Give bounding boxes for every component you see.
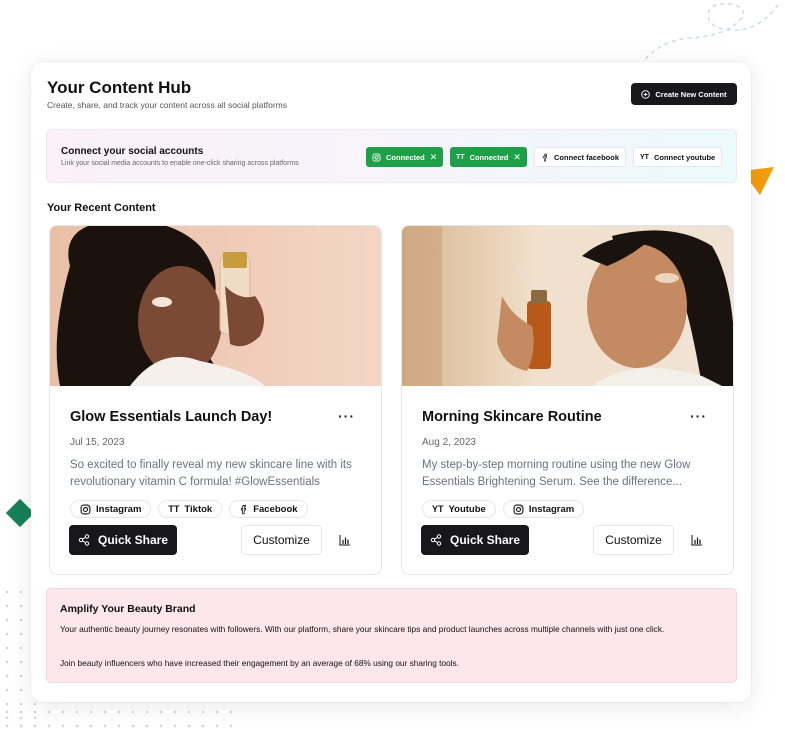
post-body: So excited to finally reveal my new skin…: [70, 459, 352, 488]
customize-button[interactable]: Customize: [593, 525, 674, 555]
share-icon: [78, 534, 90, 546]
instagram-icon: [513, 504, 524, 514]
connect-subtitle: Link your social media accounts to enabl…: [61, 160, 299, 167]
post-date: Aug 2, 2023: [422, 437, 476, 448]
amplify-paragraph-2: Join beauty influencers who have increas…: [60, 658, 459, 668]
quick-share-button[interactable]: Quick Share: [69, 525, 177, 555]
decorative-swirl: [639, 1, 781, 66]
woman-with-dropper-image: [402, 226, 733, 386]
bar-chart-icon: [339, 535, 350, 546]
quick-share-label: Quick Share: [97, 533, 169, 547]
tiktok-icon: TT: [456, 153, 465, 161]
analytics-button[interactable]: [688, 531, 706, 549]
instagram-connected-chip[interactable]: Connected ✕: [366, 147, 444, 167]
connect-facebook-label: Connect facebook: [554, 152, 620, 162]
analytics-button[interactable]: [336, 531, 354, 549]
post-image: [50, 226, 381, 386]
create-new-content-label: Create New Content: [655, 89, 727, 99]
connect-title: Connect your social accounts: [61, 146, 204, 157]
platform-tags: YT Youtube Instagram: [422, 500, 585, 518]
instagram-connected-label: Connected: [386, 152, 425, 162]
youtube-icon: YT: [432, 504, 444, 514]
amplify-brand-panel: Amplify Your Beauty Brand Your authentic…: [46, 588, 737, 683]
facebook-icon: [542, 153, 548, 161]
woman-holding-serum-image: [50, 226, 381, 386]
tag-label: Instagram: [96, 503, 142, 515]
tiktok-connected-label: Connected: [469, 152, 509, 162]
tag-label: Tiktok: [184, 503, 213, 515]
content-card: Glow Essentials Launch Day! ··· Jul 15, …: [49, 225, 382, 575]
amplify-title: Amplify Your Beauty Brand: [60, 603, 196, 615]
tag-label: Facebook: [253, 503, 298, 515]
post-date: Jul 15, 2023: [70, 437, 125, 448]
tag-label: Youtube: [448, 503, 486, 515]
create-new-content-button[interactable]: Create New Content: [631, 83, 737, 105]
connect-youtube-button[interactable]: YT Connect youtube: [633, 147, 723, 167]
decorative-diamond: [5, 498, 35, 528]
share-icon: [430, 534, 442, 546]
recent-content-heading: Your Recent Content: [47, 202, 156, 214]
tag-youtube: YT Youtube: [422, 500, 496, 518]
bar-chart-icon: [691, 535, 702, 546]
more-options-icon[interactable]: ···: [338, 408, 355, 424]
plus-circle-icon: [641, 89, 651, 99]
tiktok-connected-chip[interactable]: TT Connected ✕: [450, 147, 527, 167]
content-card: Morning Skincare Routine ··· Aug 2, 2023…: [401, 225, 734, 575]
post-title: Morning Skincare Routine: [422, 409, 602, 425]
connect-youtube-label: Connect youtube: [653, 152, 716, 162]
more-options-icon[interactable]: ···: [690, 408, 707, 424]
close-icon[interactable]: ✕: [513, 152, 521, 163]
tag-facebook: Facebook: [229, 500, 308, 518]
instagram-icon: [80, 504, 91, 514]
connect-accounts-banner: Connect your social accounts Link your s…: [46, 129, 737, 183]
tag-instagram: Instagram: [502, 500, 585, 518]
facebook-icon: [241, 504, 247, 514]
tag-instagram: Instagram: [70, 500, 152, 518]
quick-share-button[interactable]: Quick Share: [421, 525, 529, 555]
post-image: [402, 226, 733, 386]
instagram-icon: [372, 152, 381, 162]
post-title: Glow Essentials Launch Day!: [70, 409, 273, 425]
tag-tiktok: TT Tiktok: [158, 500, 223, 518]
connect-facebook-button[interactable]: Connect facebook: [534, 147, 627, 167]
post-body: My step-by-step morning routine using th…: [422, 459, 691, 488]
customize-button[interactable]: Customize: [241, 525, 322, 555]
youtube-icon: YT: [640, 153, 649, 161]
tiktok-icon: TT: [168, 504, 180, 514]
page-title: Your Content Hub: [47, 78, 192, 97]
decorative-dots-bottom: [0, 705, 240, 733]
amplify-paragraph-1: Your authentic beauty journey resonates …: [60, 624, 665, 634]
content-hub-panel: Your Content Hub Create, share, and trac…: [31, 62, 751, 702]
platform-tags: Instagram TT Tiktok Facebook: [70, 500, 308, 518]
tag-label: Instagram: [528, 503, 575, 515]
quick-share-label: Quick Share: [449, 533, 521, 547]
page-subtitle: Create, share, and track your content ac…: [47, 100, 287, 110]
close-icon[interactable]: ✕: [430, 152, 438, 163]
